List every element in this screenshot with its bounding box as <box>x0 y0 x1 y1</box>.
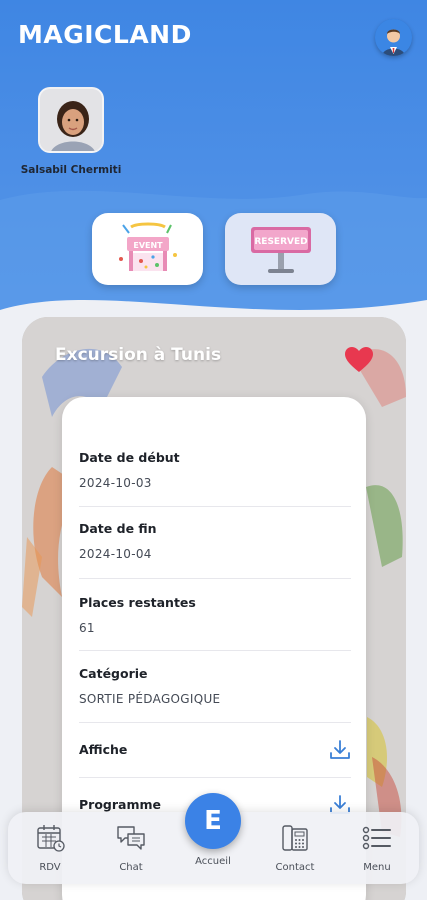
event-title: Excursion à Tunis <box>55 345 222 365</box>
poster-label: Affiche <box>79 742 128 757</box>
nav-menu-label: Menu <box>363 862 391 873</box>
detail-row-end-date: Date de fin 2024-10-04 <box>79 507 351 579</box>
nav-home-label: Accueil <box>195 856 231 867</box>
calendar-icon <box>37 825 65 852</box>
menu-list-icon <box>362 826 391 850</box>
event-sign-text: EVENT <box>133 241 163 250</box>
profile-avatar-button[interactable] <box>375 19 412 56</box>
reserved-sign-icon: RESERVED <box>250 227 311 273</box>
child-name: Salsabil Chermiti <box>20 164 122 176</box>
detail-row-poster[interactable]: Affiche <box>79 723 351 778</box>
detail-row-start-date: Date de début 2024-10-03 <box>79 397 351 507</box>
nav-contact[interactable]: Contact <box>265 822 325 873</box>
home-button[interactable]: E <box>185 793 241 849</box>
start-date-value: 2024-10-03 <box>79 476 152 490</box>
poster-download-icon[interactable] <box>329 739 351 761</box>
end-date-value: 2024-10-04 <box>79 547 152 561</box>
chat-bubbles-icon <box>117 826 145 850</box>
category-value: SORTIE PÉDAGOGIQUE <box>79 692 221 706</box>
events-button[interactable]: EVENT <box>92 213 203 285</box>
reserved-sign-text: RESERVED <box>254 237 307 247</box>
category-label: Catégorie <box>79 666 148 681</box>
places-value: 61 <box>79 621 95 635</box>
app-title: MAGICLAND <box>18 20 192 49</box>
places-label: Places restantes <box>79 595 196 610</box>
start-date-label: Date de début <box>79 450 180 465</box>
nav-rdv[interactable]: RDV <box>20 822 80 873</box>
user-avatar-icon <box>375 19 412 56</box>
nav-menu[interactable]: Menu <box>347 822 407 873</box>
detail-row-category: Catégorie SORTIE PÉDAGOGIQUE <box>79 651 351 723</box>
end-date-label: Date de fin <box>79 521 157 536</box>
child-portrait-image <box>40 89 102 151</box>
home-logo-letter: E <box>204 806 222 836</box>
reservations-button[interactable]: RESERVED <box>225 213 336 285</box>
favorite-heart-icon[interactable] <box>345 347 373 373</box>
nav-chat-label: Chat <box>119 862 143 873</box>
detail-row-places: Places restantes 61 <box>79 579 351 651</box>
event-sign-icon: EVENT <box>118 222 177 271</box>
office-phone-icon <box>282 825 308 851</box>
nav-rdv-label: RDV <box>39 862 61 873</box>
nav-contact-label: Contact <box>275 862 315 873</box>
nav-chat[interactable]: Chat <box>101 822 161 873</box>
child-photo[interactable] <box>38 87 104 153</box>
